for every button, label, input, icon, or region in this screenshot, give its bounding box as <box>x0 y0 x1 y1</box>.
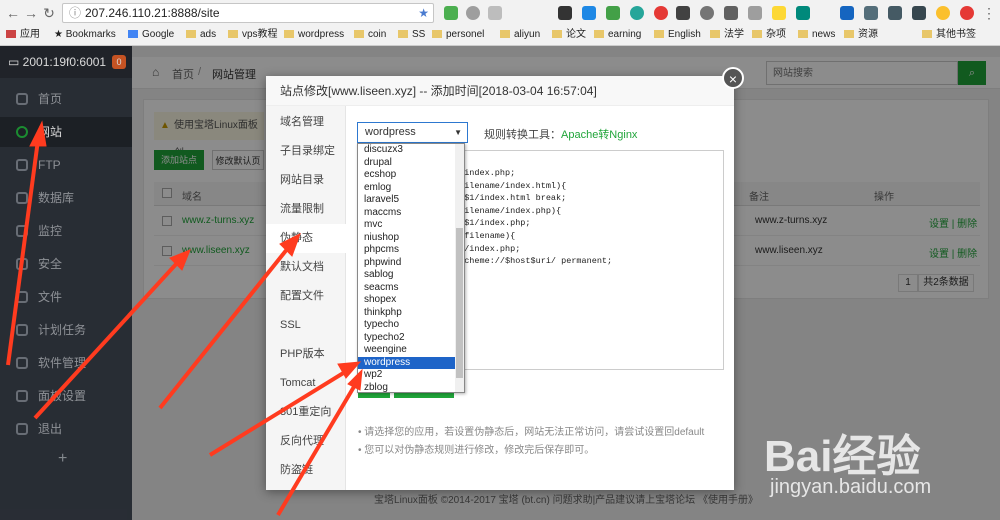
annotation-arrowhead <box>29 120 47 147</box>
annotation-arrow <box>208 370 347 457</box>
baidu-jingyan-watermark: Bai经验 jingyan.baidu.com <box>760 420 990 510</box>
annotation-arrow <box>6 139 40 366</box>
annotation-arrow <box>33 260 180 420</box>
annotation-arrow <box>158 246 290 410</box>
watermark-logo: Bai经验 <box>764 432 921 481</box>
watermark-url: jingyan.baidu.com <box>770 476 932 498</box>
